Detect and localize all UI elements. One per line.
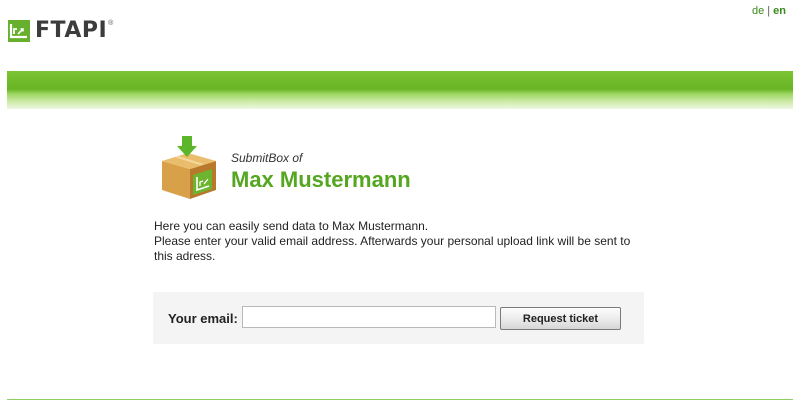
language-en-link[interactable]: en (773, 5, 786, 17)
language-switcher: de | en (752, 5, 786, 17)
brand-name: FTAPI (35, 18, 108, 43)
language-de-link[interactable]: de (752, 5, 764, 17)
language-separator: | (767, 5, 771, 17)
submitbox-owner-name: Max Mustermann (231, 167, 411, 192)
intro-text: Here you can easily send data to Max Mus… (154, 219, 644, 264)
header-banner (7, 71, 793, 109)
registered-mark: ® (108, 20, 114, 27)
footer-divider (7, 399, 793, 400)
ftapi-logo-icon (8, 20, 30, 42)
email-form: Your email: Request ticket (153, 292, 644, 344)
intro-line-1: Here you can easily send data to Max Mus… (154, 219, 429, 233)
submit-box-icon (162, 136, 216, 199)
submitbox-title: SubmitBox of Max Mustermann (231, 151, 411, 193)
email-label: Your email: (168, 311, 238, 326)
submitbox-label: SubmitBox of (231, 151, 303, 165)
email-input[interactable] (242, 306, 496, 328)
intro-line-2: Please enter your valid email address. A… (154, 234, 631, 263)
ftapi-logo[interactable]: FTAPI ® (8, 20, 113, 42)
request-ticket-button[interactable]: Request ticket (500, 307, 621, 330)
